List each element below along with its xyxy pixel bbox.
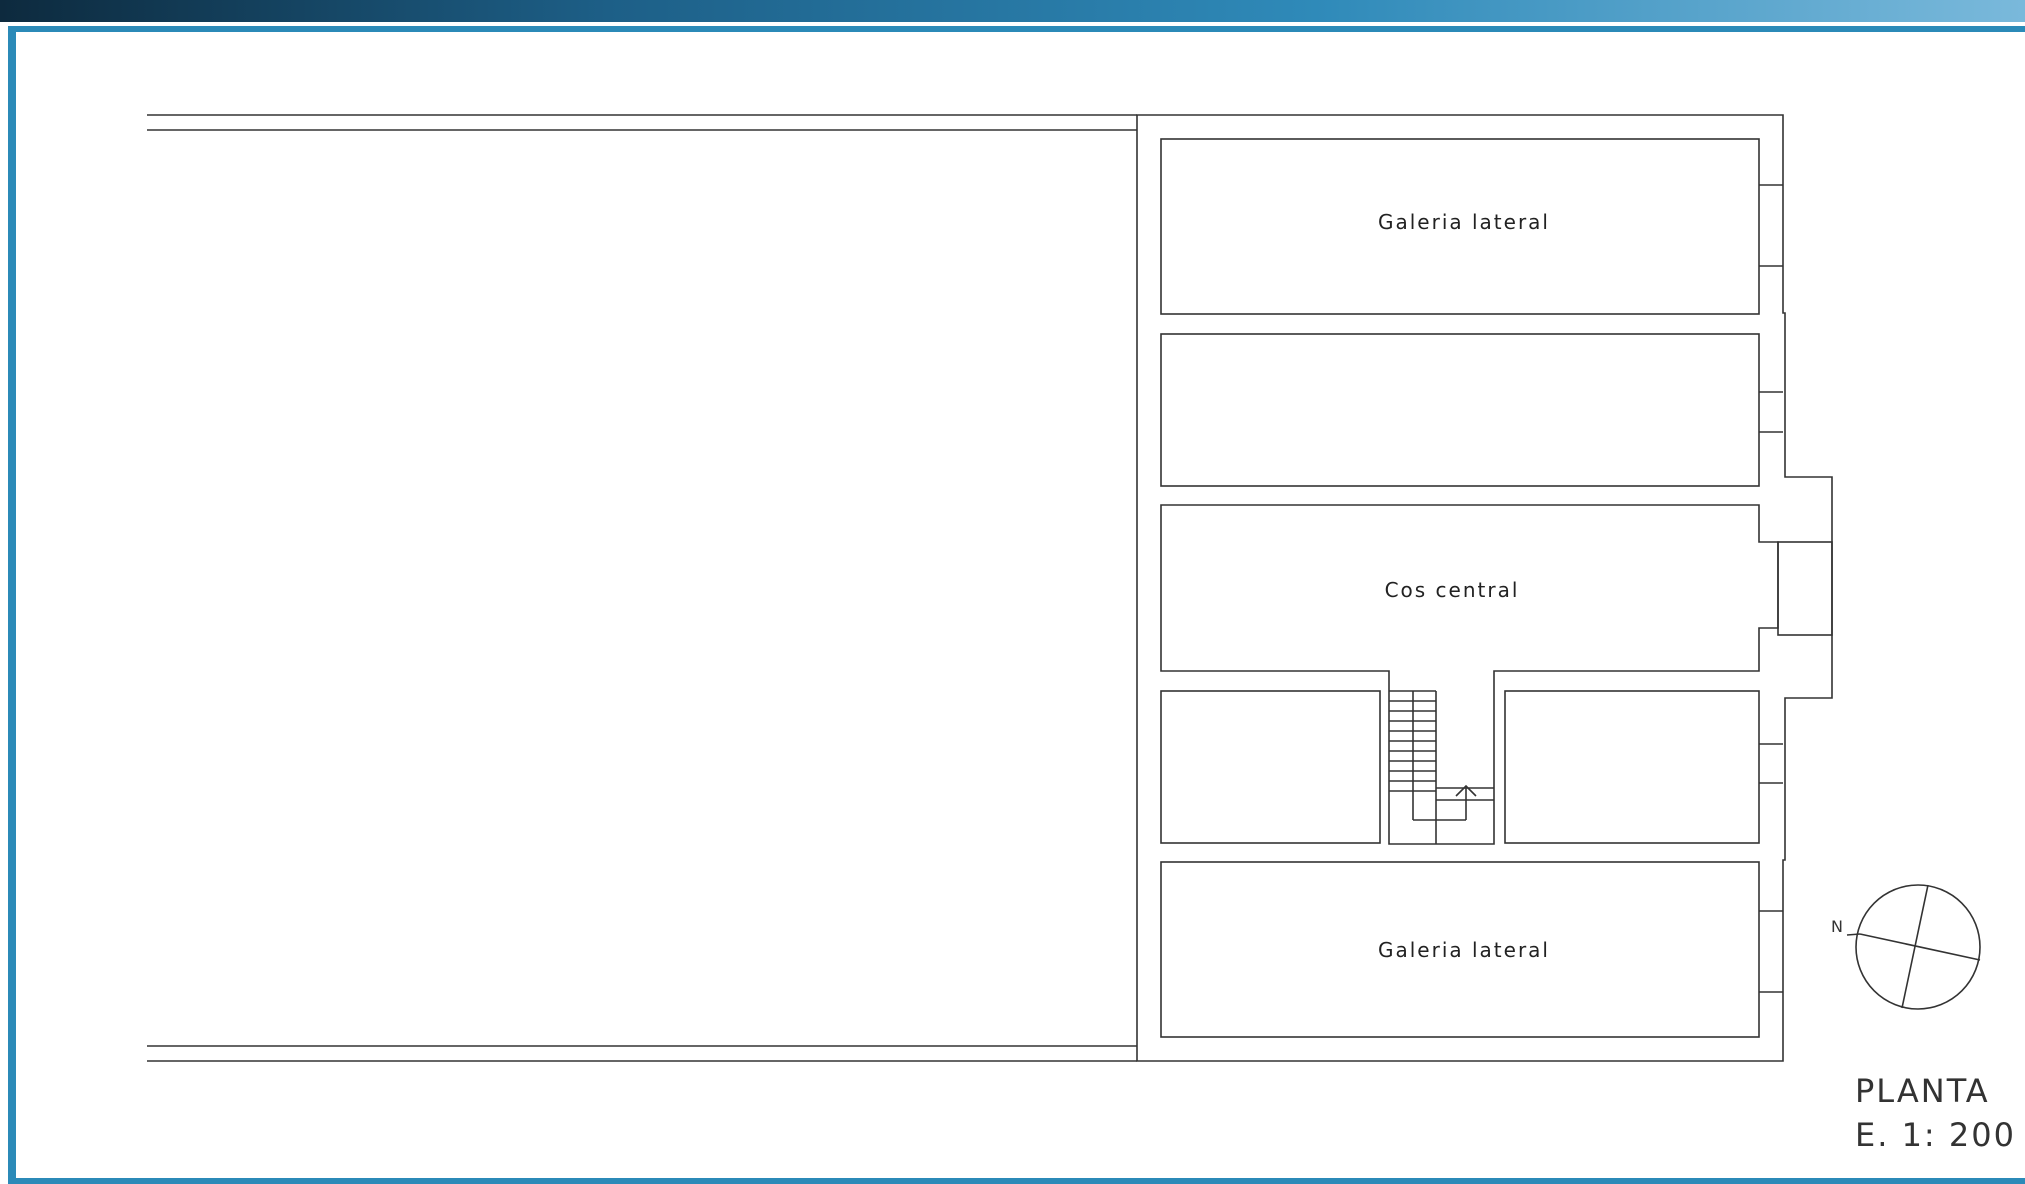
room-lower-right [1504,690,1760,844]
plan-title: PLANTA [1855,1072,1990,1110]
staircase [1389,690,1494,844]
north-label: N [1831,917,1843,936]
room-label-central: Cos central [1385,578,1520,602]
room-lower-left [1160,690,1381,844]
room-second [1160,333,1760,487]
side-projection [1777,541,1833,636]
room-central-body [1160,504,1779,845]
room-label-gallery-bottom: Galeria lateral [1378,938,1550,962]
north-arrow-icon [1846,884,1981,1010]
room-label-gallery-top: Galeria lateral [1378,210,1550,234]
plan-scale: E. 1: 200 [1855,1116,2016,1154]
floor-plan-drawing: Galeria lateral Cos central Galeria late… [147,114,2016,1154]
window-marks [1759,184,1783,993]
